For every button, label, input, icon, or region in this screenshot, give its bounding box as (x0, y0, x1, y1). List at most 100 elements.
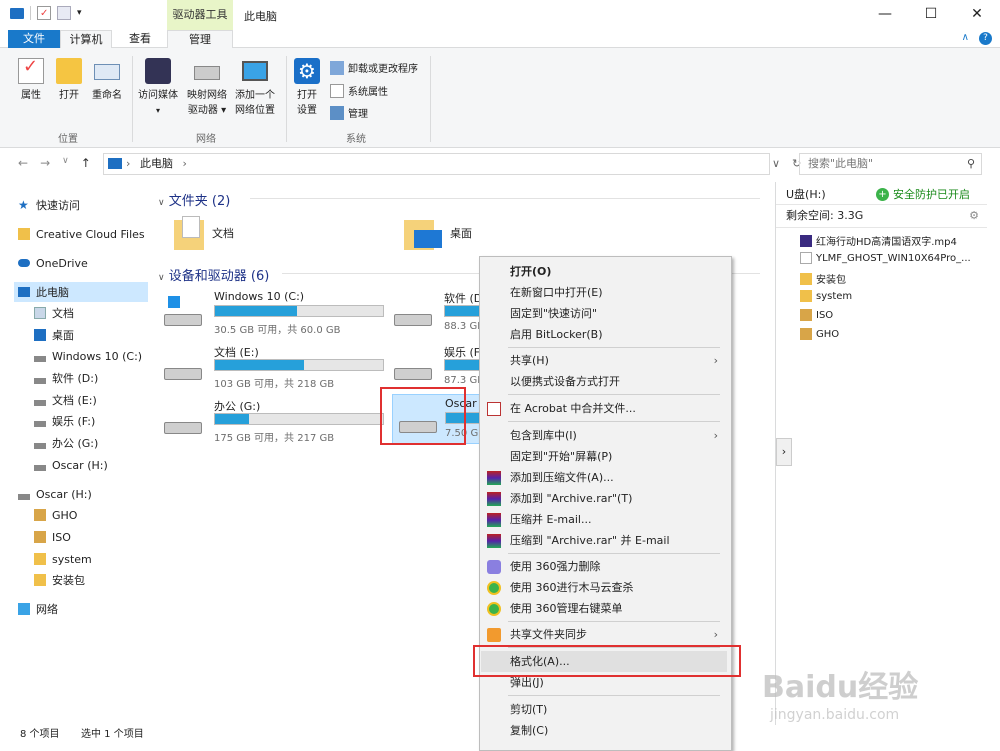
menu-item-360-delete[interactable]: 使用 360强力删除 (481, 556, 730, 577)
close-button[interactable]: ✕ (954, 0, 1000, 30)
tab-view[interactable]: 查看 (118, 30, 162, 48)
sidebar-item-system[interactable]: system (34, 549, 92, 569)
help-icon[interactable]: ? (979, 32, 992, 45)
sidebar-item-installer[interactable]: 安装包 (34, 570, 85, 590)
properties-button[interactable]: ✓ 属性 (14, 58, 48, 103)
recent-dropdown-icon[interactable]: ∨ (62, 156, 69, 170)
address-bar[interactable]: › 此电脑 › (103, 153, 770, 175)
manage-button[interactable]: 管理 (330, 105, 368, 120)
pane-folder[interactable]: system (800, 290, 852, 302)
folder-documents[interactable]: 文档 (174, 216, 234, 250)
pane-folder[interactable]: ISO (800, 309, 833, 321)
qat-dropdown-icon[interactable]: ▾ (77, 6, 85, 20)
pane-file[interactable]: YLMF_GHOST_WIN10X64Pro_... (800, 252, 971, 264)
open-button[interactable]: 打开 (52, 58, 86, 103)
usage-fill (445, 306, 480, 316)
menu-item-share[interactable]: 共享(H) › (481, 350, 730, 371)
access-media-button[interactable]: 访问媒体 ▾ (136, 58, 180, 118)
sidebar-item-drive-g[interactable]: 办公 (G:) (34, 433, 98, 453)
tab-file[interactable]: 文件 (8, 30, 60, 48)
sidebar-item-documents[interactable]: 文档 (34, 303, 74, 323)
window-title: 此电脑 (244, 10, 277, 23)
folder-icon (34, 553, 46, 565)
uninstall-button[interactable]: 卸载或更改程序 (330, 60, 418, 75)
open-settings-button[interactable]: ⚙ 打开 设置 (290, 58, 324, 118)
drive-f[interactable]: 娱乐 (F:) 87.3 GB (380, 342, 480, 392)
sidebar-item-drive-c[interactable]: Windows 10 (C:) (34, 346, 142, 366)
sidebar-item-label: 文档 (E:) (52, 394, 97, 407)
menu-item-pin-start[interactable]: 固定到"开始"屏幕(P) (481, 446, 730, 467)
folder-desktop[interactable]: 桌面 (404, 216, 472, 250)
sidebar-item-label: 娱乐 (F:) (52, 415, 96, 428)
menu-item-add-archive-rar[interactable]: 添加到 "Archive.rar"(T) (481, 488, 730, 509)
menu-item-compress-rar-email[interactable]: 压缩到 "Archive.rar" 并 E-mail (481, 530, 730, 551)
maximize-button[interactable]: ☐ (908, 0, 954, 30)
drive-g[interactable]: 办公 (G:) 175 GB 可用，共 217 GB (150, 396, 384, 446)
menu-item-pin-quick-access[interactable]: 固定到"快速访问" (481, 303, 730, 324)
add-network-location-button[interactable]: 添加一个 网络位置 (232, 58, 278, 118)
menu-item-cut[interactable]: 剪切(T) (481, 699, 730, 720)
menu-item-add-archive[interactable]: 添加到压缩文件(A)... (481, 467, 730, 488)
pane-folder[interactable]: 安装包 (800, 271, 846, 286)
forward-arrow-icon[interactable]: → (40, 156, 50, 170)
properties-check-icon[interactable]: ✓ (37, 6, 51, 20)
menu-item-copy[interactable]: 复制(C) (481, 720, 730, 741)
usb-drive-icon (18, 494, 30, 500)
computer-icon[interactable] (10, 8, 24, 19)
address-dropdown-icon[interactable]: ∨ (772, 153, 780, 175)
sidebar-item-creative-cloud[interactable]: Creative Cloud Files (18, 224, 145, 244)
sidebar-item-desktop[interactable]: 桌面 (34, 325, 74, 345)
drive-d[interactable]: 软件 (D:) 88.3 GB (380, 288, 480, 338)
sidebar-item-drive-d[interactable]: 软件 (D:) (34, 368, 98, 388)
menu-item-bitlocker[interactable]: 启用 BitLocker(B) (481, 324, 730, 345)
menu-item-acrobat-merge[interactable]: 在 Acrobat 中合并文件... (481, 398, 730, 419)
sidebar-item-drive-h[interactable]: Oscar (H:) (34, 455, 108, 475)
pane-file[interactable]: 红海行动HD高清国语双字.mp4 (800, 233, 957, 248)
tab-manage[interactable]: 管理 (167, 30, 233, 49)
drives-group-header[interactable]: ∨ 设备和驱动器 (6) (158, 265, 760, 284)
menu-item-360-scan[interactable]: 使用 360进行木马云查杀 (481, 577, 730, 598)
item-count: 8 个项目 (20, 729, 60, 740)
safety-status[interactable]: + 安全防护已开启 (876, 186, 970, 202)
drive-usage-bar (444, 359, 480, 371)
sidebar-item-drive-f[interactable]: 娱乐 (F:) (34, 411, 95, 431)
map-drive-button[interactable]: 映射网络 驱动器 ▾ (184, 58, 230, 118)
sidebar-item-network[interactable]: 网络 (18, 599, 58, 619)
collapse-ribbon-icon[interactable]: ∧ (962, 32, 969, 45)
sidebar-item-oscar-h[interactable]: Oscar (H:) (18, 484, 92, 504)
expand-pane-chevron-icon[interactable]: › (776, 438, 792, 466)
sidebar-item-gho[interactable]: GHO (34, 505, 77, 525)
breadcrumb-chevron-icon[interactable]: › (183, 157, 187, 170)
drive-c[interactable]: Windows 10 (C:) 30.5 GB 可用，共 60.0 GB (150, 288, 384, 338)
back-arrow-icon[interactable]: ← (18, 156, 28, 170)
sidebar-item-quick-access[interactable]: ★ 快速访问 (18, 195, 80, 215)
shield-plus-icon: + (876, 187, 889, 201)
sidebar-item-label: Windows 10 (C:) (52, 349, 143, 363)
menu-item-open-portable[interactable]: 以便携式设备方式打开 (481, 371, 730, 392)
menu-item-360-manage[interactable]: 使用 360管理右键菜单 (481, 598, 730, 619)
pane-folder[interactable]: GHO (800, 328, 839, 340)
sidebar-item-iso[interactable]: ISO (34, 527, 71, 547)
rename-button[interactable]: 重命名 (88, 58, 126, 103)
sidebar-item-this-pc[interactable]: 此电脑 (14, 282, 148, 302)
sidebar-item-drive-e[interactable]: 文档 (E:) (34, 390, 97, 410)
menu-item-open-new-window[interactable]: 在新窗口中打开(E) (481, 282, 730, 303)
menu-item-open[interactable]: 打开(O) (481, 261, 730, 282)
breadcrumb-chevron-icon[interactable]: › (126, 154, 130, 174)
search-input[interactable]: 搜索"此电脑" ⚲ (799, 153, 982, 175)
pc-icon (18, 287, 30, 297)
breadcrumb-this-pc[interactable]: 此电脑 (140, 157, 173, 170)
winrar-icon (487, 492, 501, 506)
menu-item-share-folder-sync[interactable]: 共享文件夹同步 › (481, 624, 730, 645)
new-folder-icon[interactable] (57, 6, 71, 20)
menu-item-compress-email[interactable]: 压缩并 E-mail... (481, 509, 730, 530)
menu-item-include-library[interactable]: 包含到库中(I) › (481, 425, 730, 446)
up-arrow-icon[interactable]: ↑ (81, 156, 91, 170)
tab-computer[interactable]: 计算机 (60, 30, 112, 49)
system-properties-button[interactable]: 系统属性 (330, 83, 388, 98)
drive-e[interactable]: 文档 (E:) 103 GB 可用，共 218 GB (150, 342, 384, 392)
minimize-button[interactable]: — (862, 0, 908, 30)
sidebar-item-onedrive[interactable]: OneDrive (18, 253, 88, 273)
folders-group-header[interactable]: ∨ 文件夹 (2) (158, 190, 760, 209)
gear-icon[interactable]: ⚙ (969, 205, 979, 227)
